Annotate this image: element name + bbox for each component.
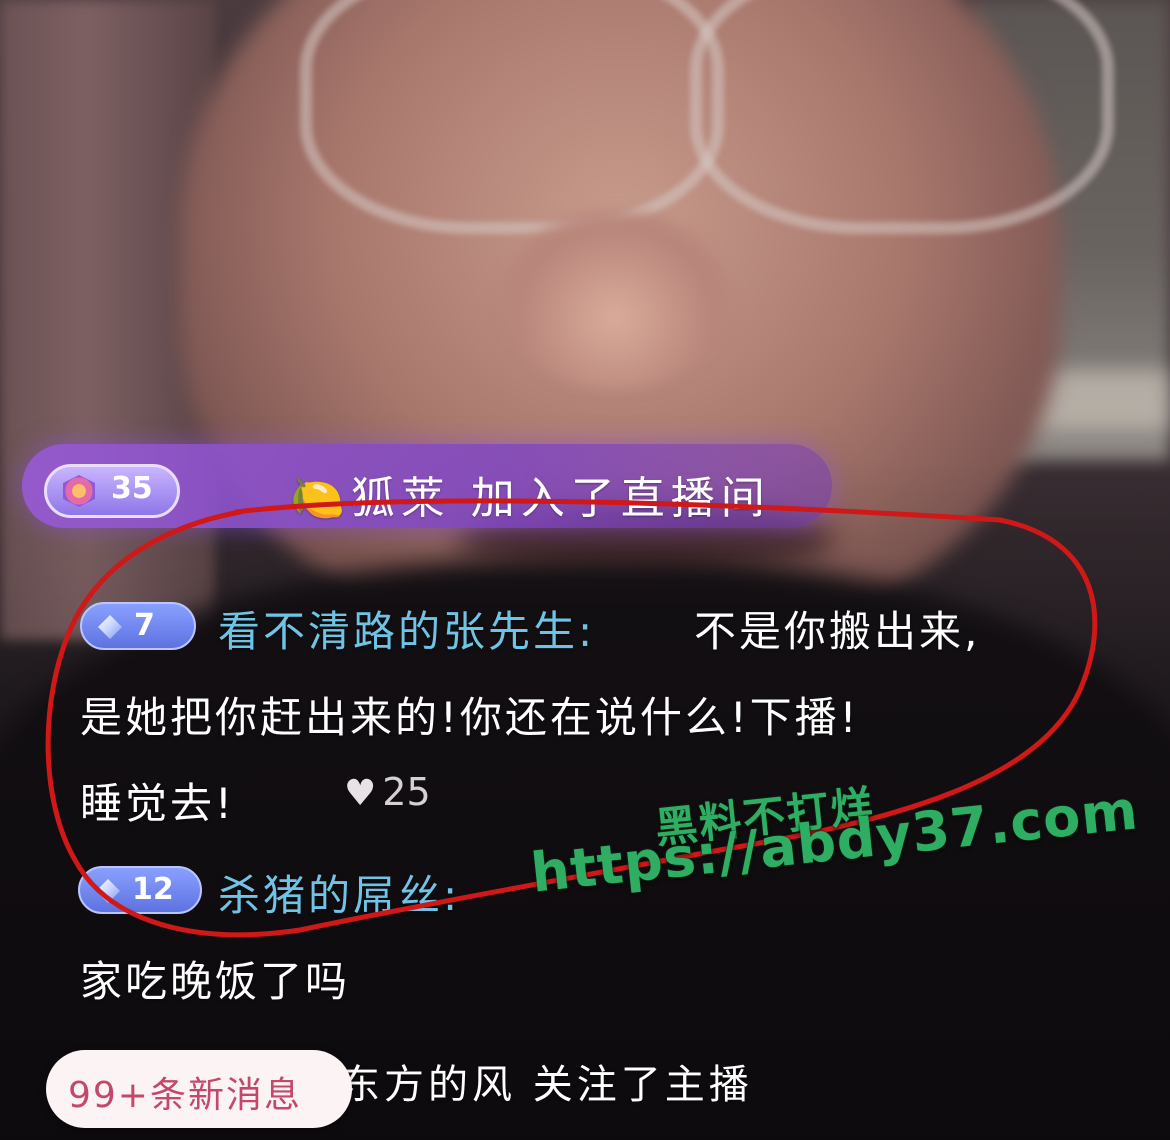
diamond-icon — [96, 879, 120, 903]
fan-level-number: 12 — [132, 872, 174, 907]
fan-level-badge: 7 — [80, 602, 196, 650]
fan-level-number: 7 — [134, 608, 155, 643]
level-hexagon-icon — [63, 475, 95, 507]
chat-username[interactable]: 杀猪的屌丝: — [218, 862, 460, 923]
chat-message-line: 是她把你赶出来的!你还在说什么!下播! — [80, 693, 860, 742]
fan-level-badge: 12 — [78, 866, 202, 914]
user-level-badge: 35 — [44, 464, 180, 518]
chat-message-line: 家吃晚饭了吗 — [80, 957, 351, 1006]
follow-notification: 东方的风 关注了主播 — [340, 1062, 753, 1108]
user-level-number: 35 — [111, 471, 153, 506]
like-counter[interactable]: ♥ 25 — [344, 770, 431, 814]
new-messages-label: 99+条新消息 — [68, 1075, 302, 1116]
heart-icon: ♥ — [344, 773, 377, 814]
join-message: 🍋狐莱 加入了直播间 — [290, 473, 771, 524]
new-messages-button[interactable]: 99+条新消息 — [46, 1050, 352, 1128]
diamond-icon — [98, 615, 122, 639]
like-count: 25 — [382, 770, 431, 814]
chat-username[interactable]: 看不清路的张先生: — [218, 598, 595, 659]
chat-message-line: 不是你搬出来, — [694, 607, 981, 656]
chat-message-line: 睡觉去! — [80, 779, 235, 828]
